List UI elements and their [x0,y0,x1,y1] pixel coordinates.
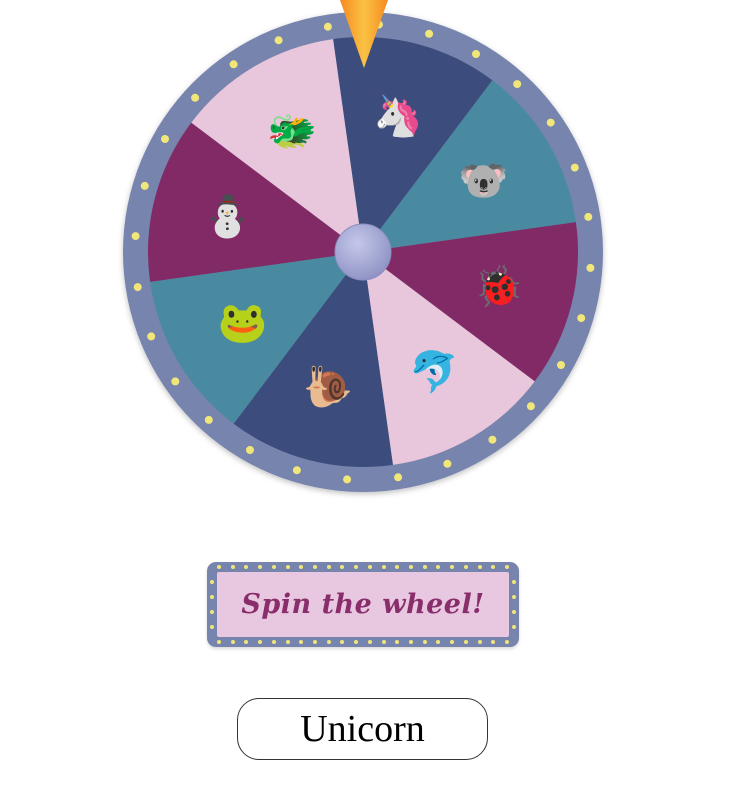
button-bulb [230,640,235,644]
rim-bulb [557,361,565,369]
rim-bulb [443,459,452,468]
button-bulb [210,580,214,584]
frog-icon: 🐸 [217,300,267,346]
button-bulb [313,565,317,569]
rim-bulb [584,212,593,221]
button-bulb [210,610,214,614]
result-display: Unicorn [237,698,488,760]
rim-bulb [323,22,332,31]
button-bulb [463,565,468,569]
button-bulb [477,640,482,644]
dolphin-icon: 🐬 [409,348,459,396]
button-bulb [271,640,276,644]
button-bulb [354,640,359,644]
koala-icon: 🐨 [459,158,509,204]
button-bulb [217,640,221,644]
button-bulb [230,565,235,569]
dragon-icon: 🐲 [267,108,317,154]
button-bulb [505,640,509,644]
rim-bulb [546,118,555,127]
snowman-icon: ⛄ [203,193,253,240]
button-bulb [409,640,413,644]
button-bulb [244,565,249,569]
button-bulb [395,640,400,644]
rim-bulb [246,446,254,454]
button-bulb [422,565,427,569]
rim-bulb [147,332,156,341]
button-bulb [512,610,516,614]
button-bulb [491,640,496,644]
rim-bulb [343,475,352,484]
rim-bulb [526,402,535,411]
rim-bulb [171,377,180,386]
rim-bulb [472,50,480,58]
button-bulb [463,640,468,644]
button-bulb [217,565,221,569]
rim-bulb [394,473,403,482]
button-bulb [367,565,372,569]
button-bulb [512,625,516,629]
prize-wheel[interactable]: 🦄 🐨 🐞 🐬 🐌 🐸 ⛄ 🐲 [0,0,737,520]
rim-bulb [274,36,283,45]
spin-button-label: Spin the wheel! [241,589,485,620]
button-bulb [340,640,345,644]
button-bulb [313,640,317,644]
button-bulb [258,640,263,644]
button-bulb [409,565,413,569]
button-bulb [381,640,386,644]
rim-bulb [140,181,149,190]
rim-bulb [161,135,169,143]
button-bulb [395,565,400,569]
rim-bulb [292,466,301,475]
button-bulb [512,595,516,599]
button-bulb [367,640,372,644]
button-bulb [210,625,214,629]
rim-bulb [425,29,434,38]
rim-bulb [229,60,238,69]
rim-bulb [133,283,142,292]
button-bulb [326,565,331,569]
rim-bulb [204,415,213,424]
spin-button-face: Spin the wheel! [217,572,509,637]
button-bulb [299,640,304,644]
button-bulb [354,565,359,569]
button-bulb [326,640,331,644]
rim-bulb [191,93,200,102]
button-bulb [340,565,345,569]
button-bulb [271,565,276,569]
rim-bulb [586,263,595,272]
button-bulb [422,640,427,644]
button-bulb [505,565,509,569]
button-bulb [512,580,516,584]
result-text: Unicorn [300,708,425,750]
rim-bulb [488,435,497,444]
button-bulb [491,565,496,569]
rim-bulb [570,163,579,172]
button-bulb [436,640,441,644]
rim-bulb [513,80,522,89]
button-bulb [450,565,455,569]
button-bulb [244,640,249,644]
button-bulb [210,595,214,599]
button-bulb [436,565,441,569]
button-bulb [381,565,386,569]
snail-icon: 🐌 [303,365,353,411]
wheel-graphic: 🦄 🐨 🐞 🐬 🐌 🐸 ⛄ 🐲 [123,0,603,492]
button-bulb [285,565,290,569]
button-bulb [450,640,455,644]
rim-bulb [577,314,586,323]
button-bulb [477,565,482,569]
wheel-hub [334,223,392,281]
button-bulb [299,565,304,569]
button-bulb [258,565,263,569]
rim-bulb [131,232,140,241]
spin-button[interactable]: Spin the wheel! [207,562,519,647]
button-bulb [285,640,290,644]
ladybug-icon: 🐞 [474,263,524,310]
unicorn-icon: 🦄 [373,93,423,140]
